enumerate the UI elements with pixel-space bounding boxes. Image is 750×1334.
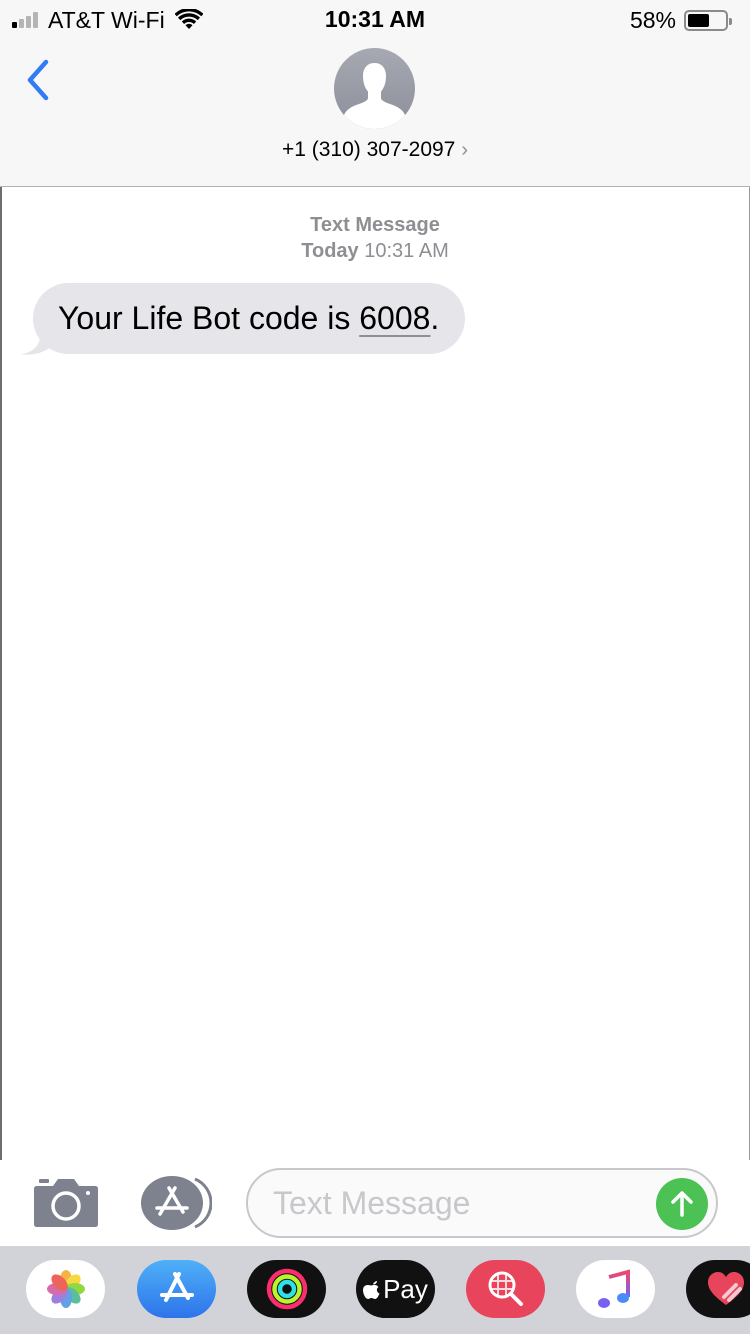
message-time: 10:31 AM (364, 240, 449, 262)
contact-name-button[interactable]: +1 (310) 307-2097 › (0, 138, 750, 162)
music-note-icon (597, 1269, 630, 1308)
back-button[interactable] (22, 56, 58, 104)
activity-rings-icon (266, 1268, 307, 1310)
send-button[interactable] (656, 1178, 708, 1230)
apple-pay-icon (363, 1281, 380, 1299)
message-bubble-incoming[interactable]: Your Life Bot code is 6008. (33, 283, 466, 354)
app-digital-touch-button[interactable] (686, 1260, 750, 1318)
thread-timestamp: Text Message Today 10:31 AM (0, 212, 750, 264)
status-right: 58% (629, 6, 732, 34)
arrow-up-icon (671, 1191, 693, 1217)
chevron-right-icon: › (461, 139, 469, 161)
compose-bar (0, 1160, 750, 1246)
battery-percent: 58% (629, 6, 676, 33)
screen-frame (0, 0, 750, 1334)
app-store-icon (141, 1176, 213, 1230)
app-photos-button[interactable] (26, 1260, 105, 1318)
app-apple-pay-button[interactable]: Pay (356, 1260, 435, 1318)
app-music-button[interactable] (576, 1260, 655, 1318)
message-field[interactable] (246, 1168, 718, 1238)
message-date: Today 10:31 AM (0, 238, 750, 264)
battery-nub (729, 17, 732, 25)
contact-name: +1 (310) 307-2097 (281, 138, 456, 161)
globe-search-icon (488, 1271, 523, 1306)
battery-icon (684, 9, 732, 31)
apps-button[interactable] (140, 1175, 213, 1231)
service-label: Text Message (310, 214, 440, 236)
heart-icon (707, 1272, 744, 1305)
message-text-end: . (430, 300, 440, 336)
photos-icon (46, 1270, 85, 1308)
app-web-search-button[interactable] (466, 1260, 545, 1318)
verification-code-link[interactable]: 6008 (359, 300, 430, 336)
camera-button[interactable] (33, 1176, 99, 1228)
apple-pay-label: Pay (383, 1273, 428, 1304)
message-input[interactable] (273, 1178, 643, 1228)
message-day: Today (301, 240, 359, 262)
status-bar: AT&T Wi-Fi 10:31 AM 58% (0, 0, 750, 40)
imessage-app-drawer: Pay (0, 1246, 750, 1334)
contact-avatar[interactable] (334, 48, 415, 129)
app-store-icon (159, 1272, 194, 1302)
person-silhouette-icon (344, 63, 405, 129)
camera-icon (34, 1179, 98, 1227)
battery-level (688, 13, 709, 27)
app-activity-button[interactable] (247, 1260, 326, 1318)
app-store-drawer-button[interactable] (137, 1260, 216, 1318)
message-text: Your Life Bot code is (58, 300, 360, 336)
conversation-header: +1 (310) 307-2097 › (0, 40, 750, 187)
chevron-left-icon (27, 59, 49, 101)
